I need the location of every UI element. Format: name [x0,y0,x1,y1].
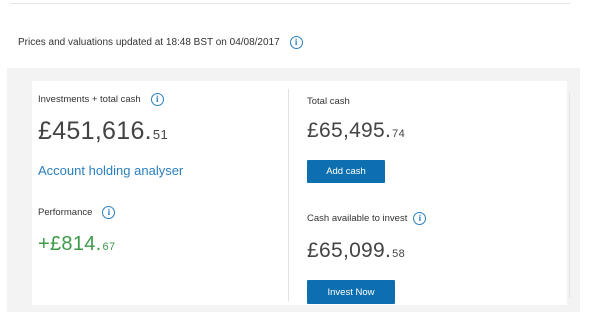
prices-updated-text: Prices and valuations updated at 18:48 B… [18,37,280,48]
info-icon[interactable]: i [150,93,164,106]
top-divider [10,3,570,4]
total-cash-amount: £65,495.74 [307,119,405,143]
cash-available-amount: £65,099.58 [307,239,405,263]
investments-total-amount: £451,616.51 [38,117,168,146]
prices-updated-notice: Prices and valuations updated at 18:48 B… [18,36,303,49]
add-cash-button[interactable]: Add cash [307,160,385,183]
cash-available-pence: 58 [392,248,405,260]
cash-available-label-row: Cash available to invest i [307,212,427,225]
info-icon[interactable]: i [102,206,116,219]
right-column-edge [569,93,570,298]
investments-total-label: Investments + total cash [38,94,141,105]
info-icon[interactable]: i [413,212,427,225]
total-cash-pence: 74 [392,128,405,140]
investments-total-pence: 51 [152,127,168,142]
column-divider [288,89,289,301]
total-cash-label-row: Total cash [307,96,350,107]
performance-pounds: +£814. [38,233,102,255]
investments-total-label-row: Investments + total cash i [38,93,164,106]
invest-now-button[interactable]: Invest Now [307,280,395,304]
performance-label: Performance [38,207,93,218]
investments-total-pounds: £451,616. [38,117,152,145]
summary-card: Investments + total cash i £451,616.51 A… [32,81,570,305]
total-cash-label: Total cash [307,96,350,107]
account-holding-analyser-link[interactable]: Account holding analyser [38,163,183,178]
info-icon[interactable]: i [289,36,303,49]
performance-amount: +£814.67 [38,233,115,256]
cash-available-pounds: £65,099. [307,239,392,262]
cash-available-label: Cash available to invest [307,213,408,224]
total-cash-pounds: £65,495. [307,119,392,142]
performance-label-row: Performance i [38,206,116,219]
summary-panel: Investments + total cash i £451,616.51 A… [7,68,580,312]
performance-pence: 67 [102,241,116,253]
